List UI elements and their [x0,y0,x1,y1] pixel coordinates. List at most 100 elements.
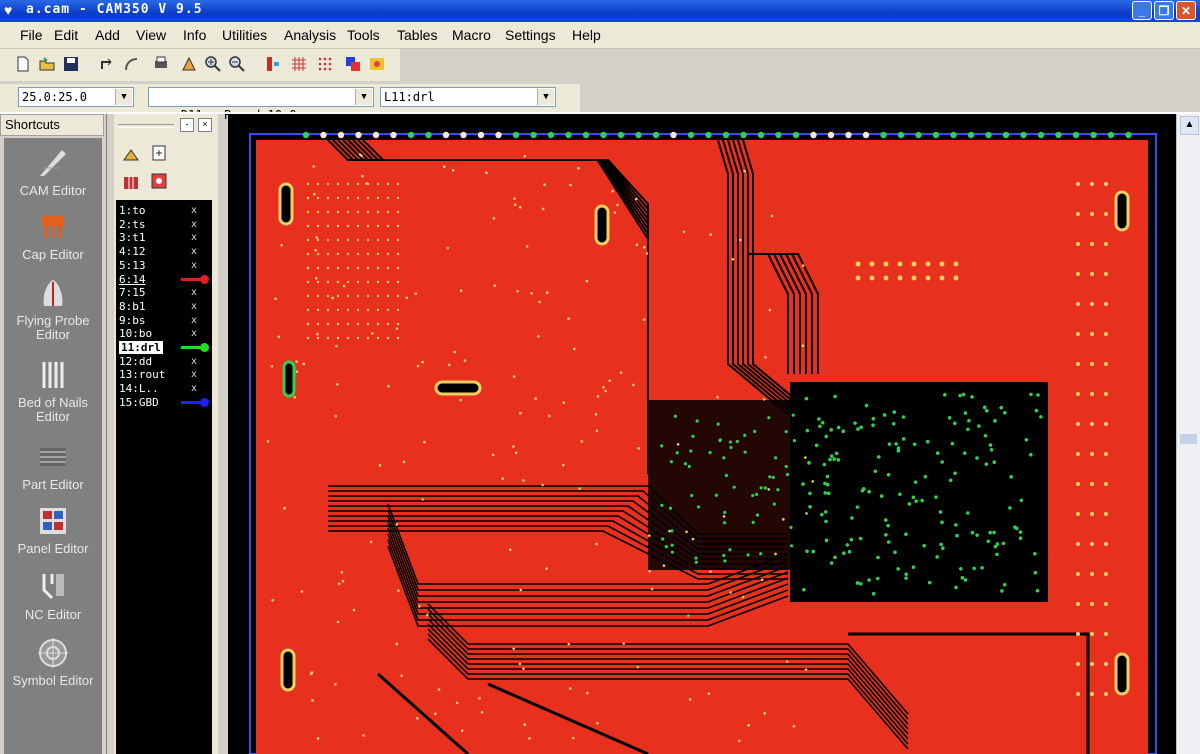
via [688,698,692,701]
edge-via [442,131,450,139]
shortcut-nc-editor[interactable]: NC Editor [4,570,102,622]
panel-minimize-button[interactable]: - [180,118,194,132]
menu-tools[interactable]: Tools [347,27,380,43]
via [747,724,750,727]
layer-row[interactable]: 2:ts x [119,218,209,231]
via [954,585,958,590]
colors-icon[interactable] [344,55,362,73]
highlight-icon[interactable] [368,55,386,73]
restore-button[interactable]: ❐ [1154,1,1174,20]
layer-row[interactable]: 14:L.. x [119,382,209,395]
via [864,403,869,408]
pcb-drawing[interactable] [228,114,1176,754]
via [884,518,888,522]
menu-add[interactable]: Add [95,27,120,43]
scroll-thumb[interactable] [1180,434,1197,444]
redo-icon[interactable] [122,55,140,73]
layer-combo[interactable]: L11:drl ▼ [380,87,556,107]
minimize-button[interactable]: _ [1132,1,1152,20]
scroll-up-button[interactable]: ▲ [1180,116,1199,135]
save-icon[interactable] [62,55,80,73]
layer-open-icon[interactable] [122,146,140,164]
layer-row[interactable]: 8:b1 x [119,300,209,313]
menu-info[interactable]: Info [183,27,206,43]
shortcut-cam-editor[interactable]: CAM Editor [4,146,102,198]
shortcut-part-editor[interactable]: Part Editor [4,440,102,492]
layer-color-swatch[interactable] [181,397,209,407]
layer-row[interactable]: 15:GBD [119,396,209,409]
shortcut-cap-editor[interactable]: Cap Editor [4,210,102,262]
layer-visibility-toggle[interactable]: x [191,314,197,327]
via [751,520,755,524]
layer-visibility-toggle[interactable]: x [191,355,197,368]
new-file-icon[interactable] [14,55,32,73]
undo-icon[interactable] [98,55,116,73]
panel-close-button[interactable]: × [198,118,212,132]
layer-color-swatch[interactable] [181,343,209,352]
layer-row[interactable]: 9:bs x [119,314,209,327]
menu-analysis[interactable]: Analysis [284,27,336,43]
menu-help[interactable]: Help [572,27,601,43]
shortcut-label: CAM Editor [19,183,87,198]
layer-visibility-toggle[interactable]: x [191,300,197,313]
open-file-icon[interactable] [38,55,56,73]
menu-macro[interactable]: Macro [452,27,491,43]
layer-row[interactable]: 5:13 x [119,259,209,272]
menu-tables[interactable]: Tables [397,27,437,43]
zoom-in-icon[interactable] [204,55,222,73]
layer-row[interactable]: 6:14 [119,273,209,286]
pcb-canvas[interactable] [228,114,1176,754]
zoom-out-icon[interactable] [228,55,246,73]
layer-color-swatch[interactable] [181,274,209,284]
layer-add-icon[interactable] [150,144,168,162]
menu-utilities[interactable]: Utilities [222,27,267,43]
layer-settings-icon[interactable] [150,172,168,190]
print-setup-icon[interactable] [180,55,198,73]
layer-row[interactable]: 10:bo x [119,327,209,340]
layer-table-icon[interactable] [122,174,140,192]
layer-row[interactable]: 11:drl [119,341,209,354]
via [668,506,673,510]
close-button[interactable]: ✕ [1176,1,1196,20]
layer-visibility-toggle[interactable]: x [191,231,197,244]
shortcut-bed-of-nails[interactable]: Bed of Nails Editor [4,358,102,424]
edge-via [477,131,485,139]
menu-edit[interactable]: Edit [54,27,78,43]
print-icon[interactable] [152,55,170,73]
layer-row[interactable]: 7:15 x [119,286,209,299]
layer-visibility-toggle[interactable]: x [191,368,197,381]
layer-row[interactable]: 4:12 x [119,245,209,258]
menu-view[interactable]: View [136,27,166,43]
layer-visibility-toggle[interactable]: x [191,218,197,231]
dcode-combo[interactable]: D11 Round 10.0 ▼ [148,87,374,122]
layer-visibility-toggle[interactable]: x [191,245,197,258]
via [767,416,771,420]
chevron-down-icon[interactable]: ▼ [537,89,554,105]
layer-row[interactable]: 3:t1 x [119,231,209,244]
layer-bar-icon[interactable] [264,55,282,73]
shortcut-panel-editor[interactable]: Panel Editor [4,504,102,556]
layer-visibility-toggle[interactable]: x [191,382,197,395]
chevron-down-icon[interactable]: ▼ [115,89,132,105]
app-icon[interactable]: ♥ [4,2,20,18]
layer-visibility-toggle[interactable]: x [191,259,197,272]
grid-icon[interactable] [290,55,308,73]
layer-row[interactable]: 1:to x [119,204,209,217]
layer-visibility-toggle[interactable]: x [191,286,197,299]
menu-settings[interactable]: Settings [505,27,556,43]
grid-combo[interactable]: 25.0:25.0 ▼ [18,87,134,107]
layer-row[interactable]: 12:dd x [119,355,209,368]
layer-row[interactable]: 13:rout x [119,368,209,381]
via [986,539,991,544]
menu-file[interactable]: File [20,27,43,43]
layer-visibility-toggle[interactable]: x [191,204,197,217]
chevron-down-icon[interactable]: ▼ [355,89,372,105]
edge-via [845,131,852,139]
shortcut-flying-probe[interactable]: Flying Probe Editor [4,276,102,342]
via [421,498,425,501]
vertical-scrollbar[interactable]: ▲ [1176,114,1200,754]
layer-visibility-toggle[interactable]: x [191,327,197,340]
shortcut-symbol-editor[interactable]: Symbol Editor [4,636,102,688]
grid-dots-icon[interactable] [316,55,334,73]
edge-via [582,131,590,139]
